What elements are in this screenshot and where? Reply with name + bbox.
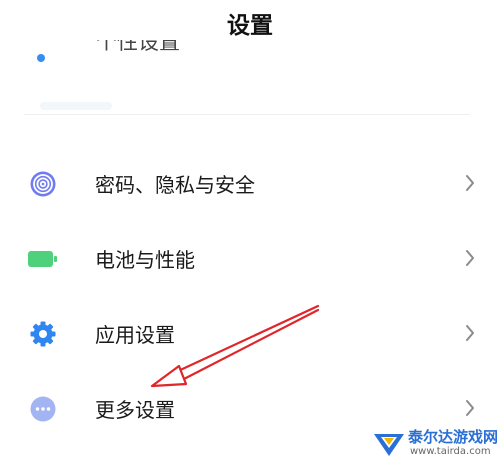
section-divider	[24, 114, 470, 115]
list-item-partial[interactable]: 个性设置	[0, 40, 500, 68]
page-title: 设置	[227, 13, 273, 39]
chevron-right-icon	[466, 175, 474, 191]
settings-item-label: 更多设置	[95, 398, 175, 422]
watermark-logo-icon	[374, 434, 404, 456]
settings-item-label: 电池与性能	[95, 248, 195, 272]
settings-item-password-privacy[interactable]: 密码、隐私与安全	[0, 154, 500, 214]
settings-item-label: 密码、隐私与安全	[95, 173, 255, 197]
ghost-placeholder	[40, 102, 112, 110]
fingerprint-icon	[28, 169, 58, 199]
watermark-name: 泰尔达游戏网	[408, 428, 499, 446]
chevron-right-icon	[466, 250, 474, 266]
settings-item-battery[interactable]: 电池与性能	[0, 229, 500, 289]
gear-icon	[28, 319, 58, 349]
settings-item-app-settings[interactable]: 应用设置	[0, 304, 500, 364]
partial-item-label: 个性设置	[96, 40, 180, 54]
battery-icon	[28, 244, 58, 274]
chevron-right-icon	[466, 400, 474, 416]
more-dots-icon	[28, 394, 58, 424]
watermark-url: www.tairda.com	[410, 446, 491, 457]
settings-item-label: 应用设置	[95, 323, 175, 347]
site-watermark: 泰尔达游戏网 www.tairda.com	[366, 424, 500, 462]
partial-item-icon	[37, 54, 45, 62]
chevron-right-icon	[466, 325, 474, 341]
